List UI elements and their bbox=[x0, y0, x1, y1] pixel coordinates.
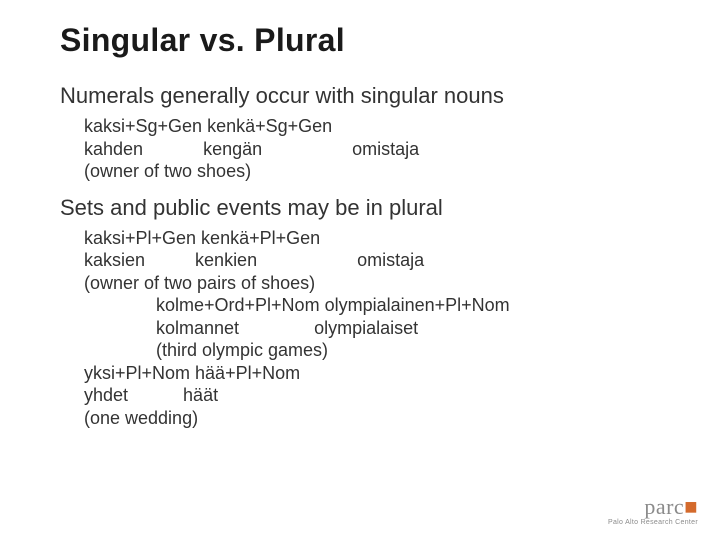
sec2-line-6: (third olympic games) bbox=[156, 339, 680, 362]
section-1: Numerals generally occur with singular n… bbox=[84, 83, 680, 183]
sec2-line-3: (owner of two pairs of shoes) bbox=[84, 272, 680, 295]
sec2-line-2: kaksien kenkien omistaja bbox=[84, 249, 680, 272]
section-1-head: Numerals generally occur with singular n… bbox=[60, 83, 680, 109]
slide: Singular vs. Plural Numerals generally o… bbox=[0, 0, 720, 429]
section-2-head: Sets and public events may be in plural bbox=[60, 195, 680, 221]
sec1-line-3: (owner of two shoes) bbox=[84, 160, 680, 183]
sec1-line-1: kaksi+Sg+Gen kenkä+Sg+Gen bbox=[84, 115, 680, 138]
parc-logo-dot-icon: ■ bbox=[684, 494, 698, 519]
sec2-line-8: yhdet häät bbox=[84, 384, 680, 407]
sec1-line-2: kahden kengän omistaja bbox=[84, 138, 680, 161]
sec2-line-5: kolmannet olympialaiset bbox=[156, 317, 680, 340]
parc-logo-subtitle: Palo Alto Research Center bbox=[608, 519, 698, 526]
parc-logo: parc■ Palo Alto Research Center bbox=[608, 496, 698, 526]
sec2-line-1: kaksi+Pl+Gen kenkä+Pl+Gen bbox=[84, 227, 680, 250]
sec2-line-7: yksi+Pl+Nom hää+Pl+Nom bbox=[84, 362, 680, 385]
sec2-sub-block: kolme+Ord+Pl+Nom olympialainen+Pl+Nom ko… bbox=[156, 294, 680, 362]
sec2-line-4: kolme+Ord+Pl+Nom olympialainen+Pl+Nom bbox=[156, 294, 680, 317]
page-title: Singular vs. Plural bbox=[60, 22, 680, 59]
section-2: Sets and public events may be in plural … bbox=[84, 195, 680, 430]
sec2-line-9: (one wedding) bbox=[84, 407, 680, 430]
parc-logo-text: parc■ bbox=[608, 496, 698, 518]
